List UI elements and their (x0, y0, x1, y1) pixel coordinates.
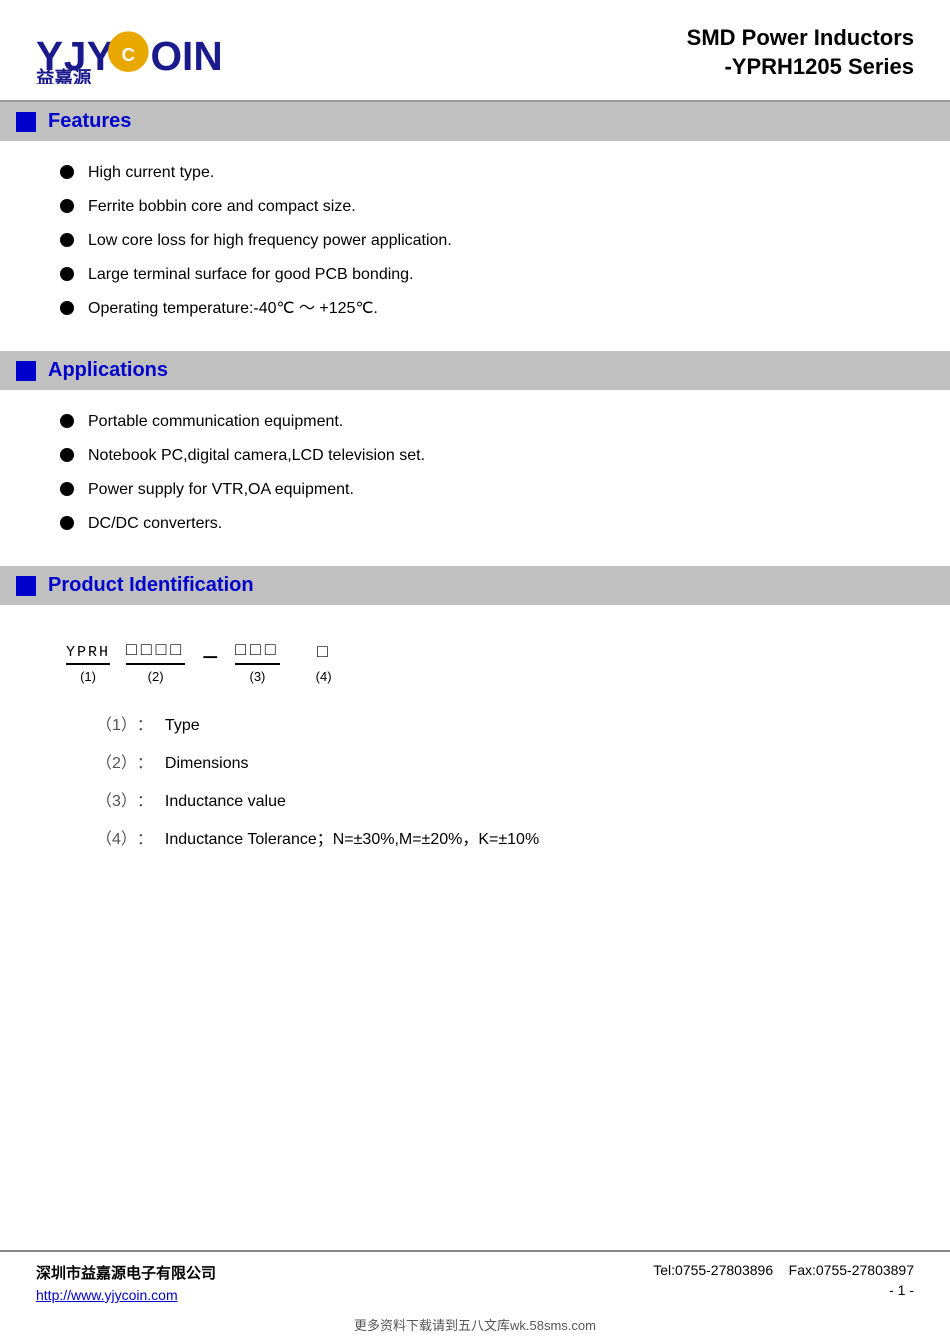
pn-part4-num: (4) (316, 669, 332, 684)
bullet-dot (60, 233, 74, 247)
svg-text:益嘉源: 益嘉源 (36, 67, 92, 84)
desc-label-3: Inductance value (165, 790, 286, 814)
features-list: High current type. Ferrite bobbin core a… (0, 141, 950, 341)
desc-num-3: （3） (96, 790, 137, 814)
app-text-1: Portable communication equipment. (88, 410, 343, 434)
svg-text:OIN: OIN (150, 33, 222, 79)
footer: 深圳市益嘉源电子有限公司 http://www.yjycoin.com Tel:… (0, 1250, 950, 1309)
page: Y J Y C OIN 益嘉源 SMD Power Inductors -YPR… (0, 0, 950, 1344)
list-item: Portable communication equipment. (60, 410, 914, 434)
pn-part3-boxes: □□□ (235, 641, 279, 665)
bullet-dot (60, 199, 74, 213)
applications-title: Applications (48, 359, 168, 382)
desc-item-1: （1） ： Type (96, 714, 878, 738)
features-icon (16, 112, 36, 132)
desc-label-4: Inductance Tolerance；N=±30%,M=±20%，K=±10… (165, 828, 539, 852)
pn-part2-boxes: □□□□ (126, 641, 185, 665)
bullet-dot (60, 301, 74, 315)
bullet-dot (60, 516, 74, 530)
footer-right: Tel:0755-27803896 Fax:0755-27803897 - 1 … (653, 1262, 914, 1298)
pn-part4-box: □ (317, 643, 330, 665)
bullet-dot (60, 448, 74, 462)
applications-header-bar: Applications (0, 351, 950, 390)
product-id-content: YPRH (1) □□□□ (2) － □□□ (3) □ (4) (0, 605, 950, 892)
pn-group-2: □□□□ (2) (126, 641, 185, 684)
desc-colon-2: ： (137, 752, 153, 776)
feature-text-4: Large terminal surface for good PCB bond… (88, 263, 414, 287)
desc-item-2: （2） ： Dimensions (96, 752, 878, 776)
feature-text-5: Operating temperature:-40℃ ～ +125℃. (88, 297, 378, 321)
fax: Fax:0755-27803897 (789, 1262, 914, 1278)
applications-section: Applications Portable communication equi… (0, 351, 950, 556)
tel: Tel:0755-27803896 (653, 1262, 773, 1278)
desc-num-2: （2） (96, 752, 137, 776)
desc-num-4: （4） (96, 828, 137, 852)
list-item: Low core loss for high frequency power a… (60, 229, 914, 253)
features-title: Features (48, 110, 131, 133)
product-id-icon (16, 576, 36, 596)
pn-part2-num: (2) (148, 669, 164, 684)
product-id-title: Product Identification (48, 574, 254, 597)
applications-icon (16, 361, 36, 381)
spacer (0, 902, 950, 1250)
list-item: High current type. (60, 161, 914, 185)
desc-label-1: Type (165, 714, 200, 738)
desc-num-1: （1） (96, 714, 137, 738)
footer-left: 深圳市益嘉源电子有限公司 http://www.yjycoin.com (36, 1262, 216, 1303)
product-id-header-bar: Product Identification (0, 566, 950, 605)
features-section: Features High current type. Ferrite bobb… (0, 102, 950, 341)
part-number-diagram: YPRH (1) □□□□ (2) － □□□ (3) □ (4) (66, 641, 914, 684)
list-item: Ferrite bobbin core and compact size. (60, 195, 914, 219)
app-text-4: DC/DC converters. (88, 512, 222, 536)
list-item: Notebook PC,digital camera,LCD televisio… (60, 444, 914, 468)
feature-text-3: Low core loss for high frequency power a… (88, 229, 452, 253)
pn-part3-num: (3) (249, 669, 265, 684)
svg-text:C: C (122, 44, 135, 65)
list-item: Operating temperature:-40℃ ～ +125℃. (60, 297, 914, 321)
footer-watermark: 更多资料下载请到五八文库wk.58sms.com (0, 1309, 950, 1344)
company-name: 深圳市益嘉源电子有限公司 (36, 1262, 216, 1283)
pn-group-3: □□□ (3) (235, 641, 279, 684)
website-link[interactable]: http://www.yjycoin.com (36, 1287, 216, 1303)
page-number: - 1 - (653, 1282, 914, 1298)
pn-separator: － (201, 644, 219, 670)
desc-item-3: （3） ： Inductance value (96, 790, 878, 814)
app-text-2: Notebook PC,digital camera,LCD televisio… (88, 444, 425, 468)
product-id-section: Product Identification YPRH (1) □□□□ (2)… (0, 566, 950, 892)
feature-text-2: Ferrite bobbin core and compact size. (88, 195, 356, 219)
company-logo: Y J Y C OIN 益嘉源 (36, 24, 239, 84)
list-item: Power supply for VTR,OA equipment. (60, 478, 914, 502)
pn-part1-num: (1) (80, 669, 96, 684)
bullet-dot (60, 267, 74, 281)
desc-colon-3: ： (137, 790, 153, 814)
applications-list: Portable communication equipment. Notebo… (0, 390, 950, 556)
bullet-dot (60, 165, 74, 179)
list-item: Large terminal surface for good PCB bond… (60, 263, 914, 287)
product-title: SMD Power Inductors -YPRH1205 Series (687, 24, 914, 81)
logo-area: Y J Y C OIN 益嘉源 (36, 24, 239, 84)
bullet-dot (60, 414, 74, 428)
desc-item-4: （4） ： Inductance Tolerance；N=±30%,M=±20%… (96, 828, 878, 852)
pn-group-4: □ (4) (316, 643, 332, 684)
header: Y J Y C OIN 益嘉源 SMD Power Inductors -YPR… (0, 0, 950, 102)
list-item: DC/DC converters. (60, 512, 914, 536)
contact-info: Tel:0755-27803896 Fax:0755-27803897 (653, 1262, 914, 1278)
desc-label-2: Dimensions (165, 752, 249, 776)
pn-group-1: YPRH (1) (66, 644, 110, 684)
title-area: SMD Power Inductors -YPRH1205 Series (687, 24, 914, 81)
desc-colon-1: ： (137, 714, 153, 738)
desc-colon-4: ： (137, 828, 153, 852)
pn-part1-text: YPRH (66, 644, 110, 665)
feature-text-1: High current type. (88, 161, 214, 185)
bullet-dot (60, 482, 74, 496)
features-header-bar: Features (0, 102, 950, 141)
product-id-desc-list: （1） ： Type （2） ： Dimensions （3） ： Induct… (36, 714, 914, 876)
app-text-3: Power supply for VTR,OA equipment. (88, 478, 354, 502)
